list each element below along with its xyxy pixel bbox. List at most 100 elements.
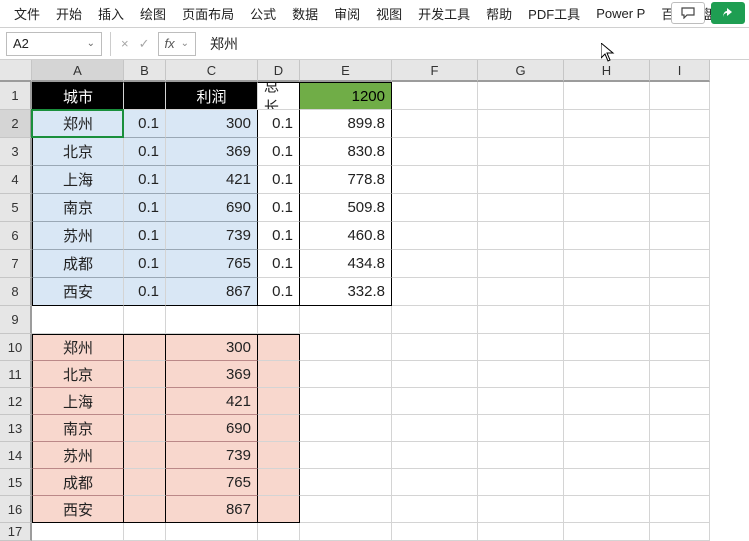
- row-header-11[interactable]: 11: [0, 361, 32, 388]
- cell[interactable]: 0.1: [124, 138, 166, 166]
- accept-formula-button[interactable]: ✓: [137, 36, 152, 52]
- cell[interactable]: [650, 469, 710, 496]
- row-header-4[interactable]: 4: [0, 166, 32, 194]
- cell[interactable]: [564, 250, 650, 278]
- cell[interactable]: [650, 82, 710, 110]
- cell[interactable]: 1200: [300, 82, 392, 110]
- cell[interactable]: [478, 523, 564, 541]
- ribbon-tab-view[interactable]: 视图: [368, 0, 410, 27]
- cell[interactable]: 765: [166, 250, 258, 278]
- row-header-5[interactable]: 5: [0, 194, 32, 222]
- cell[interactable]: [478, 110, 564, 138]
- cell[interactable]: [124, 388, 166, 415]
- cell[interactable]: [124, 82, 166, 110]
- cell[interactable]: 0.1: [258, 166, 300, 194]
- row-header-10[interactable]: 10: [0, 334, 32, 361]
- cell[interactable]: [124, 361, 166, 388]
- cell[interactable]: [124, 469, 166, 496]
- cell[interactable]: [650, 138, 710, 166]
- select-all-corner[interactable]: [0, 60, 32, 82]
- cell[interactable]: 332.8: [300, 278, 392, 306]
- cell[interactable]: [478, 166, 564, 194]
- cell[interactable]: [258, 496, 300, 523]
- cell[interactable]: [478, 278, 564, 306]
- cell[interactable]: [392, 388, 478, 415]
- column-header-H[interactable]: H: [564, 60, 650, 82]
- cell[interactable]: 上海: [32, 388, 124, 415]
- cell[interactable]: [392, 222, 478, 250]
- row-header-2[interactable]: 2: [0, 110, 32, 138]
- cell[interactable]: [478, 250, 564, 278]
- ribbon-tab-draw[interactable]: 绘图: [132, 0, 174, 27]
- cell[interactable]: [478, 496, 564, 523]
- cell[interactable]: 0.1: [124, 250, 166, 278]
- cell[interactable]: 421: [166, 388, 258, 415]
- cell[interactable]: [564, 222, 650, 250]
- cell[interactable]: 867: [166, 278, 258, 306]
- cell[interactable]: [650, 250, 710, 278]
- cell[interactable]: [564, 469, 650, 496]
- cell[interactable]: [564, 388, 650, 415]
- ribbon-tab-pdf[interactable]: PDF工具: [520, 0, 588, 27]
- row-header-17[interactable]: 17: [0, 523, 32, 541]
- cell[interactable]: [124, 415, 166, 442]
- cell[interactable]: 830.8: [300, 138, 392, 166]
- cell[interactable]: 0.1: [258, 250, 300, 278]
- cell[interactable]: [564, 138, 650, 166]
- cell[interactable]: 0.1: [258, 138, 300, 166]
- cell[interactable]: 0.1: [124, 278, 166, 306]
- column-header-G[interactable]: G: [478, 60, 564, 82]
- cell[interactable]: 434.8: [300, 250, 392, 278]
- column-header-F[interactable]: F: [392, 60, 478, 82]
- cell[interactable]: [166, 523, 258, 541]
- cell[interactable]: [32, 306, 124, 334]
- cell[interactable]: [300, 334, 392, 361]
- cell[interactable]: 总长: [258, 82, 300, 110]
- cell[interactable]: [650, 496, 710, 523]
- cell[interactable]: [300, 415, 392, 442]
- cell[interactable]: [124, 334, 166, 361]
- cell[interactable]: [32, 523, 124, 541]
- cell[interactable]: 300: [166, 110, 258, 138]
- cell[interactable]: [478, 194, 564, 222]
- cell[interactable]: [392, 138, 478, 166]
- cell[interactable]: [300, 361, 392, 388]
- cell[interactable]: [650, 110, 710, 138]
- cell[interactable]: 0.1: [258, 110, 300, 138]
- cell[interactable]: [392, 110, 478, 138]
- cell[interactable]: [258, 469, 300, 496]
- cell[interactable]: 509.8: [300, 194, 392, 222]
- column-header-C[interactable]: C: [166, 60, 258, 82]
- cell[interactable]: [258, 442, 300, 469]
- cell[interactable]: 苏州: [32, 442, 124, 469]
- cell[interactable]: [650, 442, 710, 469]
- cell[interactable]: [392, 469, 478, 496]
- cell[interactable]: 北京: [32, 138, 124, 166]
- cell[interactable]: 成都: [32, 250, 124, 278]
- cell[interactable]: [564, 166, 650, 194]
- cell[interactable]: [300, 388, 392, 415]
- cell[interactable]: [124, 523, 166, 541]
- cell[interactable]: [478, 361, 564, 388]
- cell[interactable]: [564, 415, 650, 442]
- column-header-I[interactable]: I: [650, 60, 710, 82]
- cell[interactable]: [564, 82, 650, 110]
- cell[interactable]: [650, 306, 710, 334]
- cell[interactable]: 北京: [32, 361, 124, 388]
- cell[interactable]: [300, 523, 392, 541]
- cell[interactable]: 苏州: [32, 222, 124, 250]
- row-header-12[interactable]: 12: [0, 388, 32, 415]
- cell[interactable]: [650, 361, 710, 388]
- cell[interactable]: 739: [166, 222, 258, 250]
- cell[interactable]: [650, 415, 710, 442]
- comments-button[interactable]: [671, 2, 705, 24]
- cell[interactable]: 300: [166, 334, 258, 361]
- cancel-formula-button[interactable]: ×: [119, 36, 131, 51]
- cell[interactable]: [258, 523, 300, 541]
- cell[interactable]: [478, 222, 564, 250]
- cell[interactable]: [392, 250, 478, 278]
- ribbon-tab-data[interactable]: 数据: [284, 0, 326, 27]
- ribbon-tab-help[interactable]: 帮助: [478, 0, 520, 27]
- row-header-8[interactable]: 8: [0, 278, 32, 306]
- row-header-14[interactable]: 14: [0, 442, 32, 469]
